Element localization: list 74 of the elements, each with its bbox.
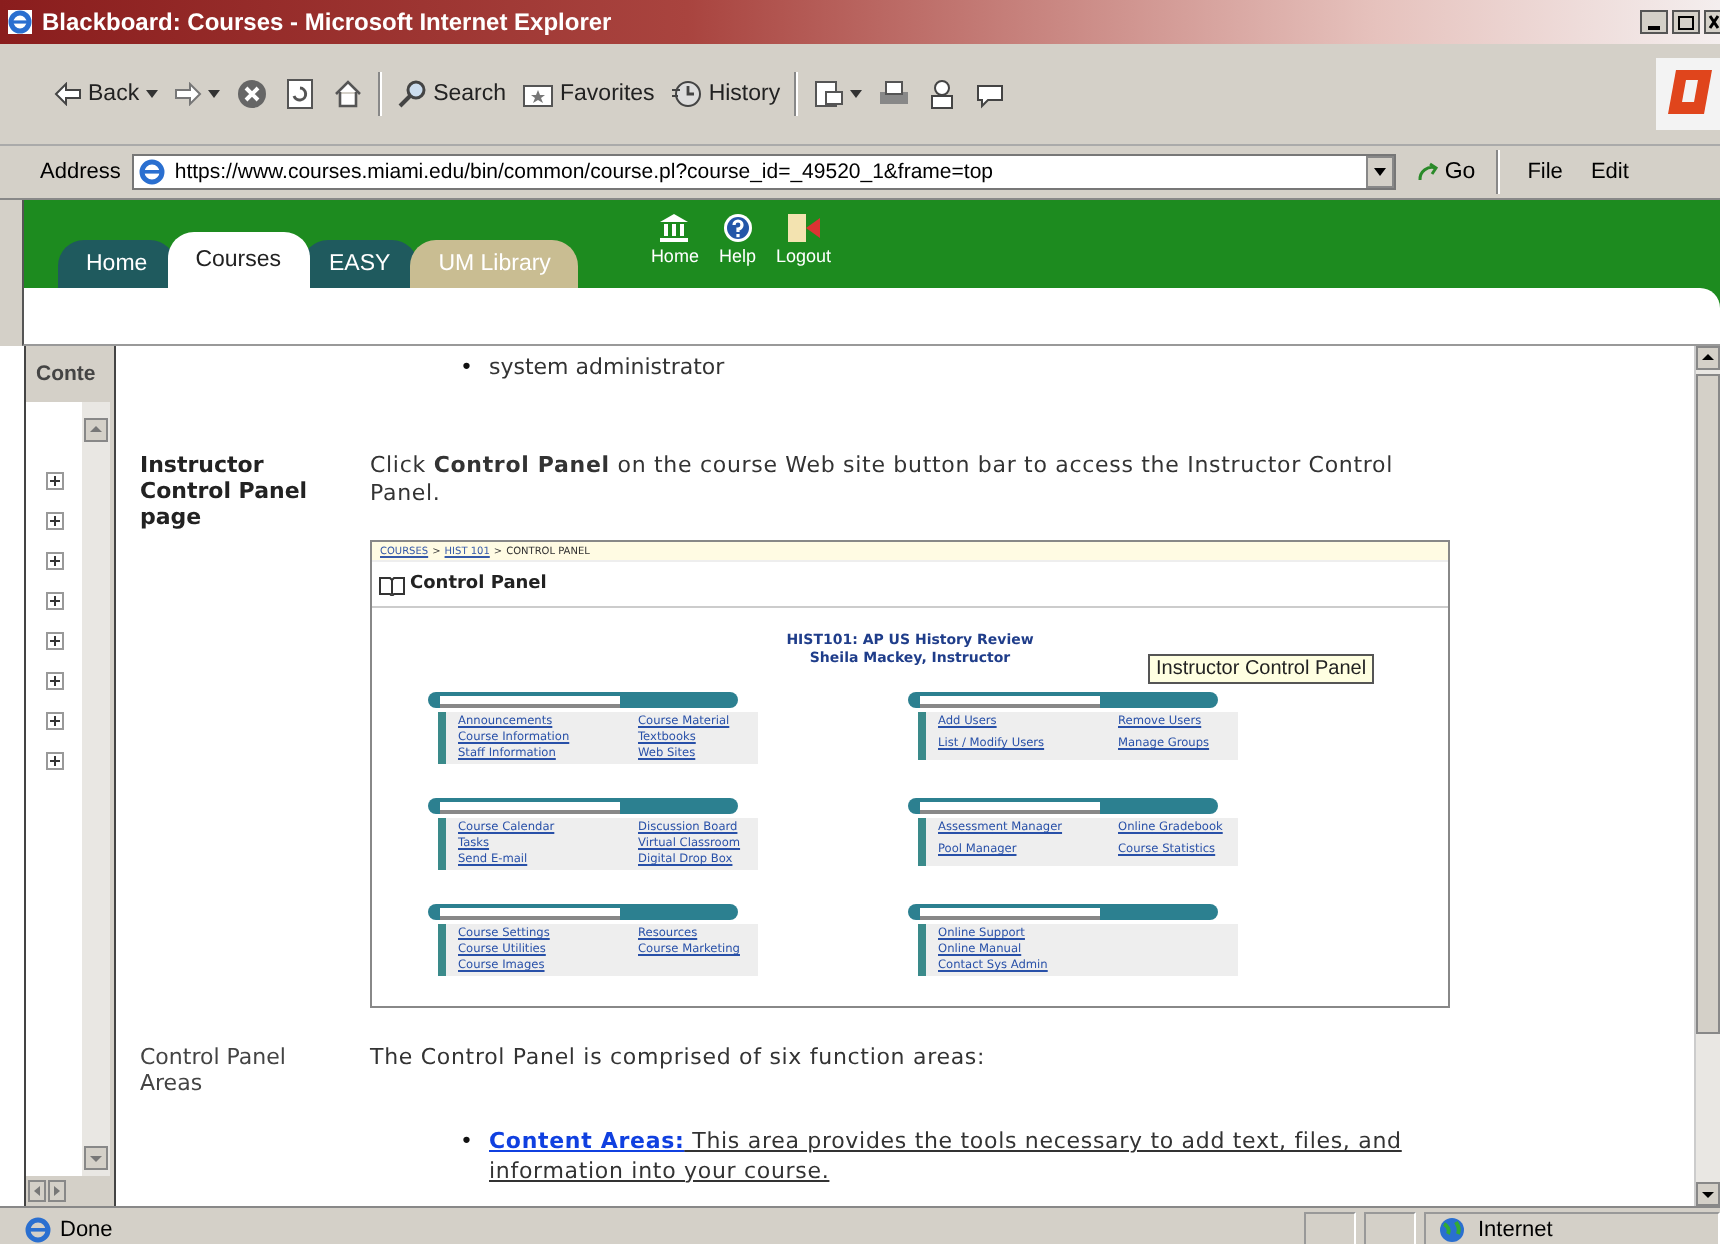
expand-icon[interactable]: [45, 672, 63, 690]
close-icon[interactable]: [1704, 10, 1720, 34]
caret-icon: [207, 90, 220, 98]
frame-tab[interactable]: Conte: [26, 346, 114, 402]
site-tab[interactable]: Courses: [167, 232, 310, 288]
page-icon: [24, 1216, 52, 1244]
expand-icon[interactable]: [45, 552, 63, 570]
bullet-marker: •: [460, 1128, 473, 1158]
status-panel: [1304, 1212, 1356, 1244]
expand-icon[interactable]: [45, 592, 63, 610]
minimize-icon[interactable]: [1640, 10, 1668, 34]
expand-icon[interactable]: [45, 512, 63, 530]
panel-heading: Control Panel: [410, 574, 547, 594]
building-icon[interactable]: [658, 212, 691, 244]
history-icon: [670, 78, 703, 110]
row-label: Instructor Control Panel page: [140, 452, 310, 530]
refresh-icon: [283, 78, 316, 110]
expand-icon[interactable]: [45, 472, 63, 490]
help-icon[interactable]: [721, 212, 754, 244]
zone-label: Internet: [1478, 1218, 1553, 1242]
home-icon: [331, 78, 364, 110]
printer-icon: [878, 78, 911, 110]
caret-icon: [145, 90, 158, 98]
refresh-button[interactable]: [281, 78, 318, 110]
area-link[interactable]: Content Areas:: [489, 1128, 685, 1154]
expand-icon[interactable]: [45, 712, 63, 730]
dropdown-icon[interactable]: [1366, 156, 1395, 188]
address-field[interactable]: https://www.courses.miami.edu/bin/common/course.pl?course_id=_49520_1&frame=top: [132, 154, 1397, 190]
browser-icon: [6, 8, 34, 36]
scroll-thumb[interactable]: [1696, 374, 1720, 1034]
favorites-button[interactable]: Favorites: [520, 80, 657, 108]
mail-icon: [812, 78, 845, 110]
list-item: system administrator: [489, 354, 725, 380]
address-label: Address: [40, 160, 121, 184]
page-icon: [138, 158, 167, 186]
scroll-up-icon[interactable]: [1696, 346, 1720, 370]
maximize-icon[interactable]: [1672, 10, 1700, 34]
caret-icon: [850, 90, 863, 98]
globe-icon: [1438, 1216, 1466, 1244]
door-icon[interactable]: [785, 212, 822, 244]
tooltip: Instructor Control Panel: [1148, 654, 1375, 684]
row-description: The Control Panel is comprised of six function areas:: [370, 1044, 988, 1074]
search-icon: [395, 78, 428, 110]
forward-arrow-icon: [173, 82, 202, 106]
logo-icon: [1656, 54, 1720, 134]
nav-label[interactable]: Help: [718, 246, 756, 266]
print-button[interactable]: [876, 78, 913, 110]
search-button[interactable]: Search: [393, 78, 509, 110]
book-icon: [378, 573, 406, 595]
menu-item[interactable]: Edit: [1590, 160, 1629, 184]
go-button[interactable]: Go: [1408, 160, 1484, 184]
forward-button[interactable]: [171, 82, 222, 106]
area-item: Content Areas: This area provides the tools necessary to add text, files, and information into your course.: [489, 1128, 1404, 1188]
window-title: Blackboard: Courses - Microsoft Internet Explorer: [42, 8, 612, 36]
bullet-marker: •: [460, 354, 473, 380]
mail-button[interactable]: [810, 78, 865, 110]
stop-icon: [235, 78, 268, 110]
status-panel: [1364, 1212, 1416, 1244]
scroll-left-icon[interactable]: [28, 1180, 46, 1202]
expand-icon[interactable]: [45, 752, 63, 770]
status-text: Done: [60, 1218, 115, 1242]
row-label: Control Panel Areas: [140, 1044, 288, 1096]
nav-label[interactable]: Home: [650, 246, 699, 266]
scroll-right-icon[interactable]: [48, 1180, 66, 1202]
scroll-down-icon[interactable]: [1696, 1182, 1720, 1206]
go-arrow-icon: [1416, 160, 1441, 184]
row-description: Click Control Panel on the course Web site button bar to access the Instructor Control Panel.: [370, 452, 1396, 510]
back-arrow-icon: [54, 82, 82, 106]
expand-icon[interactable]: [45, 632, 63, 650]
back-button[interactable]: Back: [52, 82, 160, 106]
history-button[interactable]: History: [668, 78, 783, 110]
stop-button[interactable]: [233, 78, 270, 110]
menu-item[interactable]: File: [1527, 160, 1563, 184]
nav-label[interactable]: Logout: [775, 246, 831, 266]
